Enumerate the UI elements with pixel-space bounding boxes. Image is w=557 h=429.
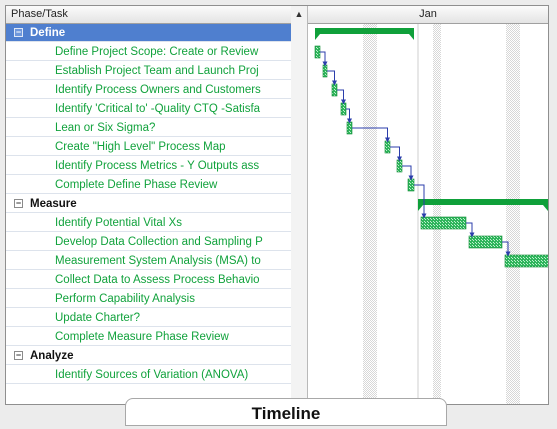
task-row[interactable]: Lean or Six Sigma? bbox=[6, 119, 291, 137]
task-bar bbox=[504, 254, 548, 268]
task-row[interactable]: Complete Define Phase Review bbox=[6, 176, 291, 194]
weekend-band bbox=[363, 23, 377, 404]
define-summary-bar bbox=[315, 28, 414, 34]
dependency-link bbox=[346, 108, 352, 124]
measure-summary-bar bbox=[418, 199, 548, 205]
task-row[interactable]: Complete Measure Phase Review bbox=[6, 328, 291, 346]
phase-label: Analyze bbox=[30, 350, 74, 362]
task-column-header[interactable]: Phase/Task bbox=[6, 6, 291, 24]
task-bar bbox=[314, 45, 321, 59]
project-window: Phase/Task − Define Define Project Scope: … bbox=[5, 5, 549, 405]
phase-label: Define bbox=[30, 27, 66, 39]
measure-summary-bar-left-cap bbox=[418, 205, 423, 211]
task-row[interactable]: Create "High Level" Process Map bbox=[6, 138, 291, 156]
task-row[interactable]: Define Project Scope: Create or Review bbox=[6, 43, 291, 61]
dependency-link bbox=[327, 70, 337, 86]
gantt-chart-pane: Jan bbox=[308, 6, 548, 404]
task-bar bbox=[384, 140, 391, 154]
task-list-pane: Phase/Task − Define Define Project Scope: … bbox=[6, 6, 292, 404]
collapse-toggle-icon[interactable]: − bbox=[14, 351, 23, 360]
task-bar bbox=[468, 235, 503, 249]
phase-label: Measure bbox=[30, 198, 77, 210]
task-row[interactable]: Collect Data to Assess Process Behavio bbox=[6, 271, 291, 289]
collapse-toggle-icon[interactable]: − bbox=[14, 28, 23, 37]
collapse-toggle-icon[interactable]: − bbox=[14, 199, 23, 208]
measure-summary-bar-right-cap bbox=[543, 205, 548, 211]
gantt-chart bbox=[314, 23, 548, 404]
task-row[interactable]: Identify Process Owners and Customers bbox=[6, 81, 291, 99]
dependency-link bbox=[320, 51, 328, 67]
task-row[interactable]: Update Charter? bbox=[6, 309, 291, 327]
pane-splitter[interactable]: ▲ bbox=[291, 6, 308, 404]
dependency-link bbox=[337, 89, 346, 105]
task-row[interactable]: Perform Capability Analysis bbox=[6, 290, 291, 308]
task-bar bbox=[420, 216, 467, 230]
task-row[interactable]: Develop Data Collection and Sampling P bbox=[6, 233, 291, 251]
timescale-month-label: Jan bbox=[419, 8, 437, 20]
task-row[interactable]: Identify Process Metrics - Y Outputs ass bbox=[6, 157, 291, 175]
task-bar bbox=[340, 102, 347, 116]
task-bar bbox=[331, 83, 338, 97]
weekend-band bbox=[433, 23, 441, 404]
task-bar bbox=[407, 178, 415, 192]
timescale-header: Jan bbox=[308, 6, 548, 24]
define-summary-bar-right-cap bbox=[409, 34, 414, 40]
task-row[interactable]: Establish Project Team and Launch Proj bbox=[6, 62, 291, 80]
timeline-tab[interactable]: Timeline bbox=[125, 398, 447, 426]
task-row[interactable]: Identify 'Critical to' -Quality CTQ -Sat… bbox=[6, 100, 291, 118]
task-column-title: Phase/Task bbox=[11, 8, 68, 20]
dependency-link bbox=[466, 222, 475, 238]
dependency-link bbox=[402, 165, 414, 181]
task-bar bbox=[396, 159, 403, 173]
phase-row-measure[interactable]: − Measure bbox=[6, 195, 291, 213]
phase-row-define[interactable]: − Define bbox=[6, 24, 291, 42]
define-summary-bar-left-cap bbox=[315, 34, 320, 40]
task-bar bbox=[322, 64, 328, 78]
task-bar bbox=[346, 121, 353, 135]
task-row[interactable]: Identify Sources of Variation (ANOVA) bbox=[6, 366, 291, 384]
phase-row-analyze[interactable]: − Analyze bbox=[6, 347, 291, 365]
task-row[interactable]: Identify Potential Vital Xs bbox=[6, 214, 291, 232]
dependency-link bbox=[390, 146, 402, 162]
scroll-up-arrow-icon[interactable]: ▲ bbox=[291, 6, 307, 22]
weekend-band bbox=[506, 23, 520, 404]
task-row[interactable]: Measurement System Analysis (MSA) to bbox=[6, 252, 291, 270]
